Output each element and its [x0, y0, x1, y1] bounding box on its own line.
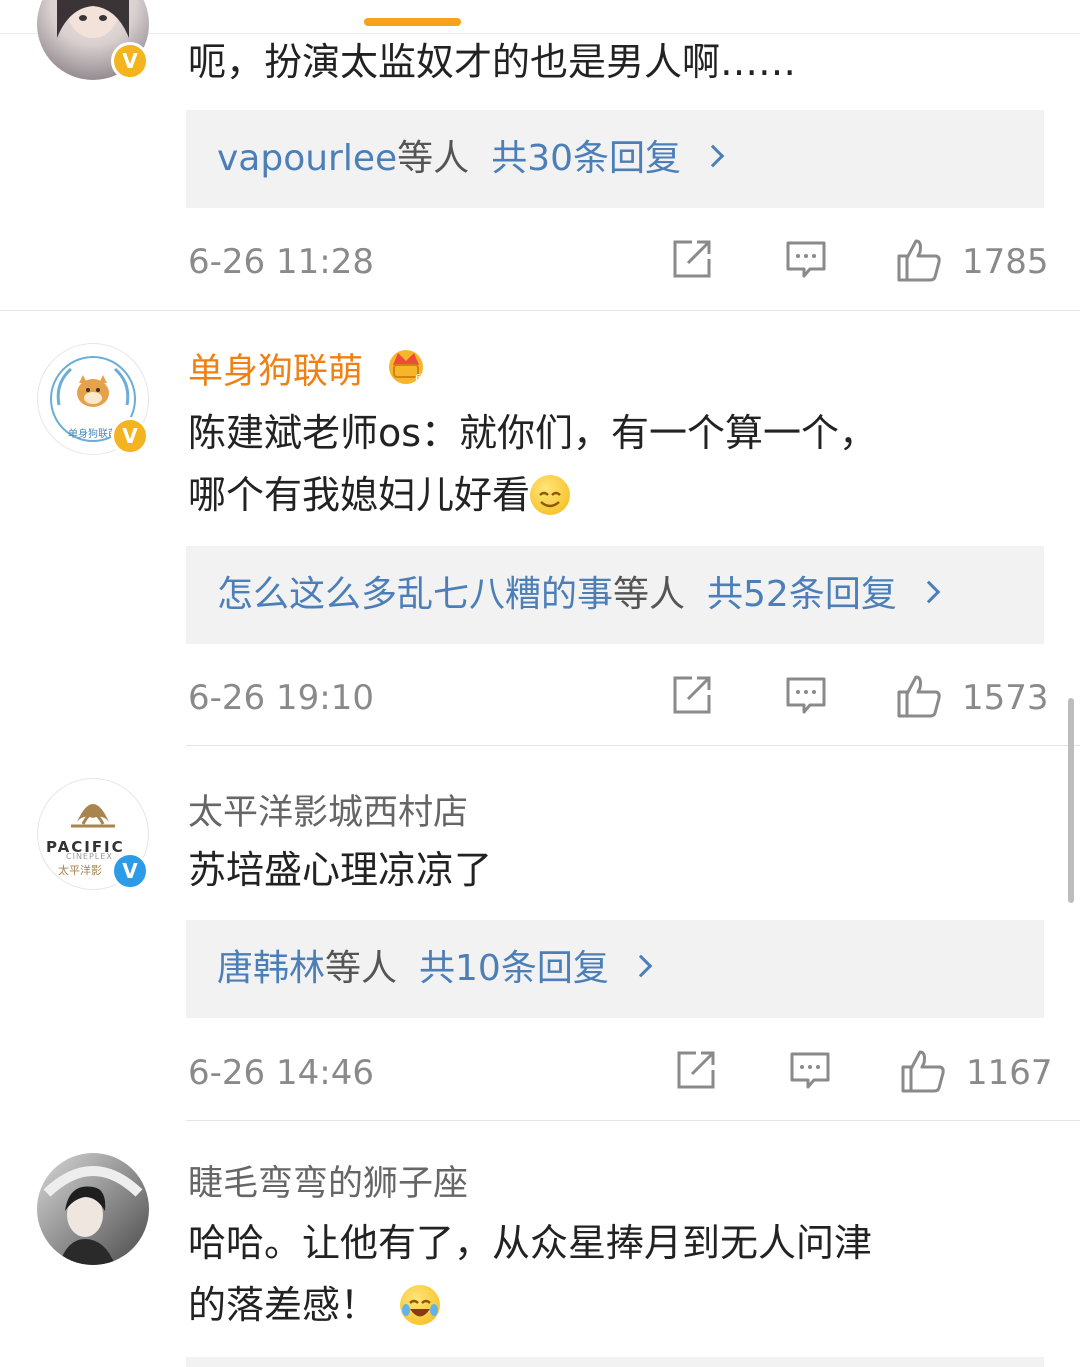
vip-crown-icon: 6: [384, 343, 428, 396]
reply-box[interactable]: 唐韩林等人 共10条回复: [186, 920, 1044, 1018]
like-count: 1785: [962, 242, 1049, 282]
reply-suffix: 等人: [325, 948, 398, 989]
reply-suffix: 等人: [613, 574, 686, 615]
smile-emoji-icon: [530, 474, 571, 515]
reply-users[interactable]: 怎么这么多乱七八糟的事: [217, 574, 613, 615]
comment-item: 睫毛弯弯的狮子座 哈哈。让他有了，从众星捧月到无人问津 的落差感！: [0, 1121, 1080, 1367]
reply-count[interactable]: 共30条回复: [491, 138, 681, 179]
reply-count[interactable]: 共52条回复: [707, 574, 897, 615]
comment-time: 6-26 11:28: [188, 242, 374, 282]
reply-box[interactable]: vapourlee等人 共30条回复: [186, 110, 1044, 208]
comment-icon[interactable]: [788, 1048, 832, 1096]
comment-icon[interactable]: [784, 673, 828, 721]
comment-text: 哪个有我媳妇儿好看: [188, 465, 571, 525]
avatar-label: 太平洋影: [58, 864, 102, 877]
like-icon[interactable]: [896, 673, 942, 723]
comment-meta: 6-26 14:46 1167: [0, 1048, 1080, 1098]
comment-text: 苏培盛心理凉凉了: [188, 848, 493, 892]
avatar[interactable]: [37, 1153, 149, 1265]
comment-item: PACIFIC CINEPLEX 太平洋影 V 太平洋影城西村店 苏培盛心理凉凉…: [0, 746, 1080, 1121]
username[interactable]: 单身狗联萌 6: [188, 343, 428, 400]
reply-box[interactable]: 怎么这么多乱七八糟的事等人 共52条回复: [186, 546, 1044, 644]
comment-item: 单身狗联萌 V 单身狗联萌 6 陈建斌老师os：就你们，有一个算一个， 哪个有我…: [0, 311, 1080, 746]
username[interactable]: 太平洋影城西村店: [188, 784, 468, 835]
share-icon[interactable]: [674, 1048, 718, 1096]
scrollbar[interactable]: [1068, 698, 1074, 903]
comment-meta: 6-26 19:10 1573: [0, 673, 1080, 723]
laugh-cry-emoji-icon: [400, 1284, 441, 1325]
share-icon[interactable]: [670, 237, 714, 285]
like-count: 1167: [966, 1053, 1053, 1093]
reply-count[interactable]: 共10条回复: [419, 948, 609, 989]
share-icon[interactable]: [670, 673, 714, 721]
like-icon[interactable]: [900, 1048, 946, 1098]
verified-badge-icon: V: [111, 42, 149, 80]
chevron-right-icon: [701, 144, 725, 168]
comment-item: V 呃，扮演太监奴才的也是男人啊…… vapourlee等人 共30条回复 6-2…: [0, 0, 1080, 311]
reply-suffix: 等人: [397, 138, 470, 179]
username[interactable]: 睫毛弯弯的狮子座: [188, 1155, 468, 1206]
comment-text: 陈建斌老师os：就你们，有一个算一个，: [188, 411, 878, 455]
verified-badge-icon: V: [111, 417, 149, 455]
comment-time: 6-26 14:46: [188, 1053, 374, 1093]
like-icon[interactable]: [896, 237, 942, 287]
comment-time: 6-26 19:10: [188, 678, 374, 718]
chevron-right-icon: [917, 580, 941, 604]
svg-text:6: 6: [415, 373, 421, 384]
verified-badge-icon: V: [111, 852, 149, 890]
avatar-label: CINEPLEX: [66, 852, 113, 861]
chevron-right-icon: [629, 954, 653, 978]
reply-users[interactable]: 唐韩林: [217, 948, 325, 989]
comment-text: 哈哈。让他有了，从众星捧月到无人问津: [188, 1221, 873, 1265]
comment-icon[interactable]: [784, 237, 828, 285]
reply-box: [186, 1357, 1044, 1367]
like-count: 1573: [962, 678, 1049, 718]
comment-text: 的落差感！: [188, 1275, 441, 1335]
comment-text: 呃，扮演太监奴才的也是男人啊……: [188, 40, 797, 84]
comment-meta: 6-26 11:28 1785: [0, 237, 1080, 287]
reply-users[interactable]: vapourlee: [217, 138, 397, 179]
